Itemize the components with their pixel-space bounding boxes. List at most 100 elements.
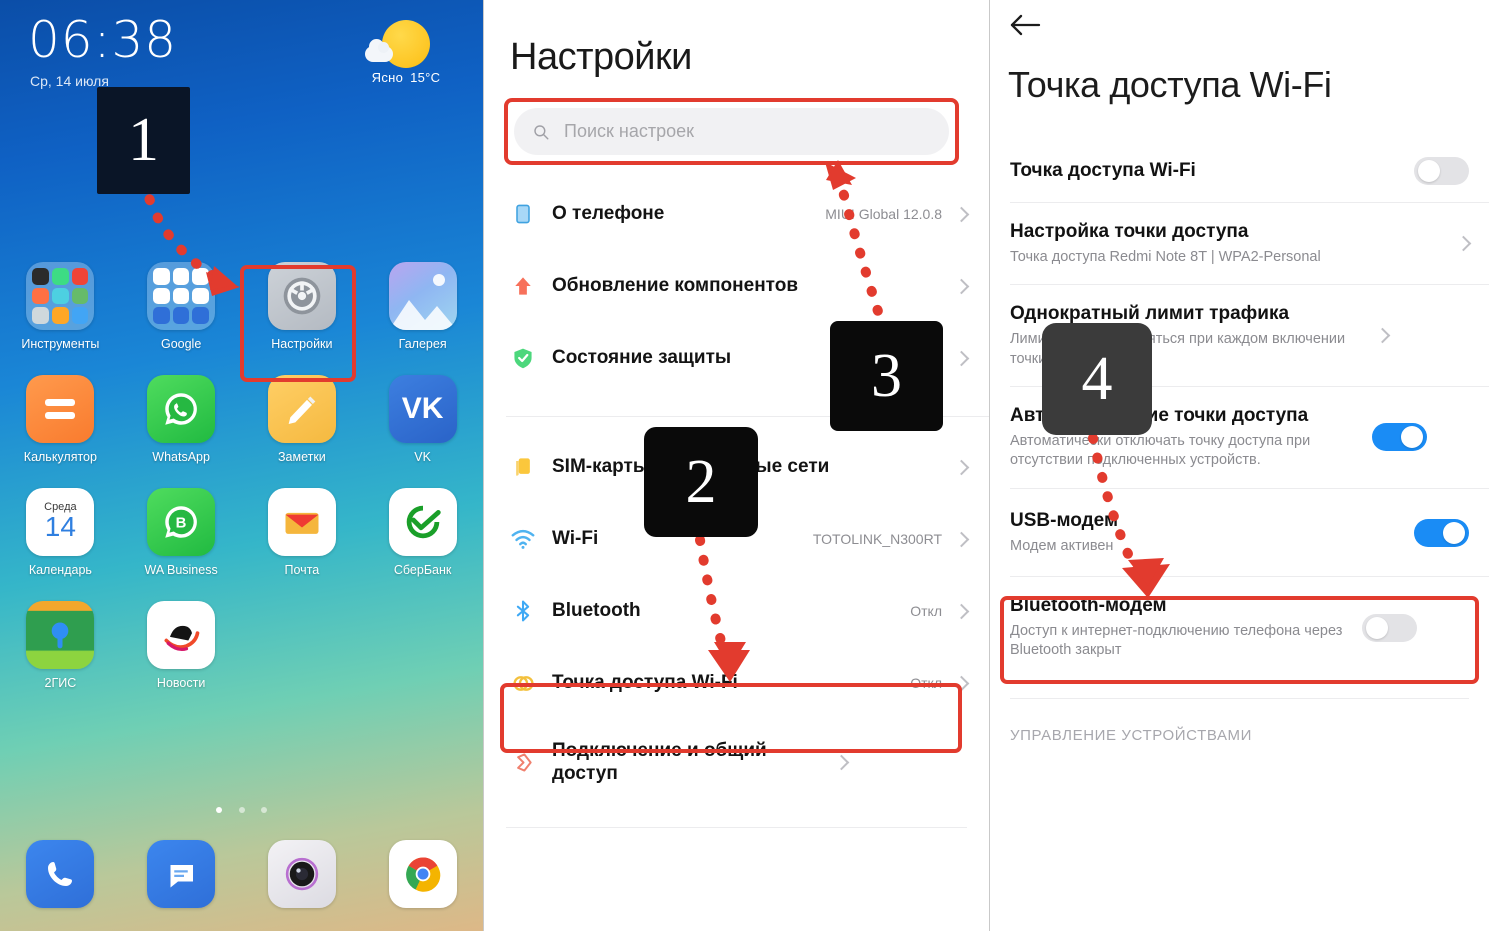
dock-item-camera[interactable] — [242, 840, 363, 908]
app-label: VK — [414, 450, 431, 464]
app-label: Галерея — [398, 337, 447, 351]
app-label: СберБанк — [393, 563, 452, 577]
weather-text: Ясно 15°C — [347, 70, 465, 85]
svg-text:B: B — [176, 515, 187, 531]
whatsapp-business-icon: B — [147, 488, 216, 556]
vk-icon-text: VK — [401, 392, 444, 425]
app-label: 2ГИС — [44, 676, 77, 690]
calculator-icon — [26, 375, 95, 443]
lockscreen-clock: 06:38 — [28, 11, 178, 69]
app-label: Заметки — [277, 450, 326, 464]
row-label: Точка доступа Wi-Fi — [1010, 159, 1196, 181]
calendar-icon: Среда 14 — [26, 488, 95, 556]
app-vk[interactable]: VK VK — [362, 375, 483, 464]
app-label: Инструменты — [21, 337, 100, 351]
highlight-hotspot-row — [500, 683, 962, 753]
app-label: Калькулятор — [23, 450, 97, 464]
step-badge-2: 2 — [644, 427, 758, 537]
app-label: WA Business — [144, 563, 218, 577]
app-zametki[interactable]: Заметки — [242, 375, 363, 464]
settings-row-about-phone[interactable]: О телефоне MIUI Global 12.0.8 — [484, 178, 989, 250]
auto-disable-toggle[interactable] — [1372, 423, 1427, 452]
settings-row-bluetooth[interactable]: Bluetooth Откл — [484, 575, 989, 647]
back-arrow-icon[interactable] — [1008, 10, 1044, 40]
app-whatsapp[interactable]: WhatsApp — [121, 375, 242, 464]
highlight-usb-tethering — [1000, 596, 1479, 684]
phone-square-icon — [506, 202, 540, 226]
sim-card-icon — [506, 455, 540, 479]
chevron-right-icon — [953, 278, 970, 294]
section-header-device-management: УПРАВЛЕНИЕ УСТРОЙСТВАМИ — [1010, 726, 1253, 744]
app-wa-business[interactable]: B WA Business — [121, 488, 242, 577]
step-badge-1: 1 — [97, 87, 190, 194]
chevron-right-icon — [953, 350, 970, 366]
phone-icon — [26, 840, 95, 908]
hotspot-row-wifi-hotspot[interactable]: Точка доступа Wi-Fi — [990, 140, 1489, 202]
app-label: Новости — [156, 676, 206, 690]
row-sublabel: Точка доступа Redmi Note 8T | WPA2-Perso… — [1010, 248, 1321, 265]
sharing-icon — [506, 750, 540, 775]
page-dot[interactable] — [216, 807, 223, 813]
app-empty-slot — [242, 601, 363, 690]
chevron-right-icon — [833, 754, 850, 770]
app-kalendar[interactable]: Среда 14 Календарь — [0, 488, 121, 577]
weather-widget[interactable]: Ясно 15°C — [347, 18, 465, 85]
dock-item-phone[interactable] — [0, 840, 121, 908]
app-google[interactable]: Google — [121, 262, 242, 351]
gallery-icon — [388, 262, 457, 330]
app-galereya[interactable]: Галерея — [362, 262, 483, 351]
step-badge-3: 3 — [830, 321, 943, 431]
app-kalkulyator[interactable]: Калькулятор — [0, 375, 121, 464]
camera-icon — [267, 840, 336, 908]
app-2gis[interactable]: 2ГИС — [0, 601, 121, 690]
page-dot[interactable] — [238, 807, 245, 813]
calendar-day: 14 — [44, 511, 76, 542]
phone-home-screen: 06:38 Ср, 14 июля Ясно 15°C Инструменты … — [0, 0, 483, 931]
wifi-hotspot-toggle[interactable] — [1414, 157, 1469, 185]
vk-icon: VK — [388, 375, 457, 443]
dock-item-messages[interactable] — [121, 840, 242, 908]
list-gap — [484, 805, 989, 827]
app-label: Google — [160, 337, 202, 351]
hotspot-row-usb-tethering[interactable]: USB-модем Модем активен — [990, 489, 1489, 576]
app-sberbank[interactable]: СберБанк — [362, 488, 483, 577]
shield-check-icon — [506, 346, 540, 370]
settings-row-value: Откл — [910, 603, 942, 619]
bluetooth-icon — [506, 599, 540, 623]
row-sublabel: Автоматически отключать точку доступа пр… — [1010, 432, 1311, 469]
weather-condition: Ясно — [371, 70, 404, 85]
messages-icon — [147, 840, 216, 908]
app-instrumenty[interactable]: Инструменты — [0, 262, 121, 351]
app-label: WhatsApp — [152, 450, 210, 464]
step-badge-4: 4 — [1042, 323, 1152, 435]
highlight-settings-app — [240, 265, 356, 382]
notes-icon — [267, 375, 336, 443]
up-arrow-icon — [506, 274, 540, 298]
page-title: Точка доступа Wi-Fi — [1008, 64, 1332, 105]
usb-tethering-toggle[interactable] — [1414, 518, 1469, 547]
row-sublabel: Модем активен — [1010, 537, 1114, 554]
app-novosti[interactable]: Новости — [121, 601, 242, 690]
folder-tools-icon — [26, 262, 95, 330]
page-indicator — [0, 800, 483, 818]
partly-sunny-icon — [347, 18, 465, 68]
list-divider — [506, 827, 967, 828]
page-dot[interactable] — [260, 807, 267, 813]
app-label: Календарь — [28, 563, 92, 577]
settings-row-value: TOTOLINK_N300RT — [812, 531, 942, 547]
mail-icon — [267, 488, 336, 556]
news-icon — [147, 601, 216, 669]
app-label: Почта — [284, 563, 320, 577]
settings-row-component-update[interactable]: Обновление компонентов — [484, 250, 989, 322]
app-empty-slot — [362, 601, 483, 690]
chevron-right-icon — [1455, 235, 1472, 252]
weather-temperature: 15°C — [410, 70, 441, 85]
folder-google-icon — [147, 262, 216, 330]
chevron-right-icon — [953, 206, 970, 222]
sberbank-icon — [388, 488, 457, 556]
chevron-right-icon — [953, 531, 970, 547]
chevron-right-icon — [1374, 327, 1391, 344]
dock-item-chrome[interactable] — [362, 840, 483, 908]
app-pochta[interactable]: Почта — [242, 488, 363, 577]
hotspot-row-hotspot-setup[interactable]: Настройка точки доступа Точка доступа Re… — [990, 203, 1489, 284]
